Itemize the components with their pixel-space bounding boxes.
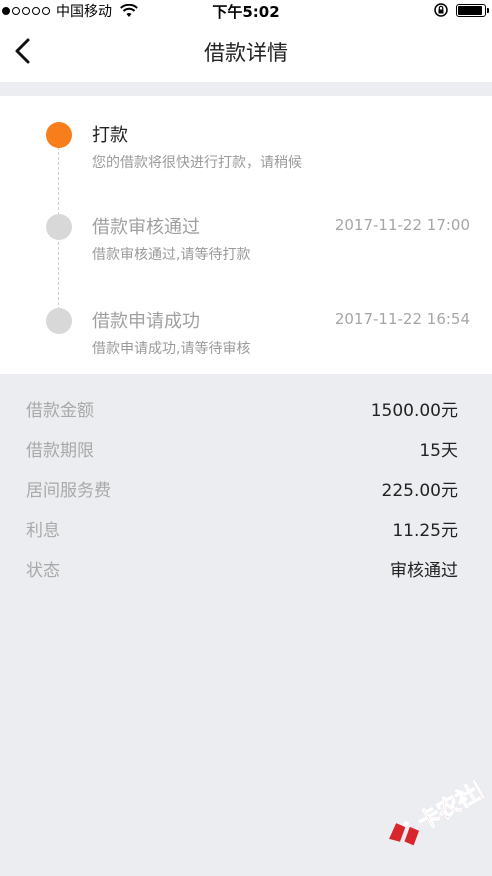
step-status-dot bbox=[46, 122, 72, 148]
timeline-step-payout: 打款 您的借款将很快进行打款，请稍候 bbox=[0, 118, 492, 188]
orientation-lock-icon bbox=[434, 3, 448, 17]
detail-value: 15天 bbox=[419, 441, 458, 461]
step-title: 借款审核通过 bbox=[92, 217, 200, 238]
detail-label: 居间服务费 bbox=[26, 481, 111, 501]
loan-details: 借款金额 1500.00元 借款期限 15天 居间服务费 225.00元 利息 … bbox=[0, 388, 492, 588]
timeline-step-approved: 借款审核通过 2017-11-22 17:00 借款审核通过,请等待打款 bbox=[0, 212, 492, 282]
detail-label: 借款期限 bbox=[26, 441, 94, 461]
status-time: 下午5:02 bbox=[212, 3, 280, 21]
step-title: 借款申请成功 bbox=[92, 311, 200, 332]
step-status-dot bbox=[46, 214, 72, 240]
step-time: 2017-11-22 16:54 bbox=[334, 310, 470, 328]
watermark-logo: 卡农社区 bbox=[389, 769, 492, 846]
detail-row-interest: 利息 11.25元 bbox=[0, 508, 492, 548]
step-title: 打款 bbox=[92, 125, 128, 146]
nav-bar: 借款详情 bbox=[0, 20, 492, 82]
svg-text:卡农社区: 卡农社区 bbox=[414, 769, 492, 836]
step-status-dot bbox=[46, 308, 72, 334]
section-divider bbox=[0, 82, 492, 96]
detail-value: 11.25元 bbox=[392, 521, 458, 541]
detail-value: 225.00元 bbox=[381, 481, 458, 501]
detail-label: 借款金额 bbox=[26, 401, 94, 421]
detail-row-service-fee: 居间服务费 225.00元 bbox=[0, 468, 492, 508]
detail-value: 1500.00元 bbox=[370, 401, 458, 421]
timeline-step-applied: 借款申请成功 2017-11-22 16:54 借款申请成功,请等待审核 bbox=[0, 306, 492, 376]
detail-value: 审核通过 bbox=[390, 561, 458, 581]
detail-row-term: 借款期限 15天 bbox=[0, 428, 492, 468]
step-description: 您的借款将很快进行打款，请稍候 bbox=[92, 155, 302, 171]
detail-row-amount: 借款金额 1500.00元 bbox=[0, 388, 492, 428]
battery-level bbox=[458, 5, 482, 15]
step-time: 2017-11-22 17:00 bbox=[334, 216, 470, 234]
detail-label: 状态 bbox=[26, 561, 60, 581]
status-right bbox=[434, 3, 489, 17]
step-description: 借款申请成功,请等待审核 bbox=[92, 341, 251, 357]
battery-icon bbox=[456, 3, 489, 17]
detail-label: 利息 bbox=[26, 521, 60, 541]
page-title: 借款详情 bbox=[204, 41, 288, 65]
progress-timeline: 打款 您的借款将很快进行打款，请稍候 借款审核通过 2017-11-22 17:… bbox=[0, 96, 492, 374]
status-bar: 中国移动 下午5:02 bbox=[0, 0, 492, 21]
detail-row-status: 状态 审核通过 bbox=[0, 548, 492, 588]
step-description: 借款审核通过,请等待打款 bbox=[92, 247, 251, 263]
